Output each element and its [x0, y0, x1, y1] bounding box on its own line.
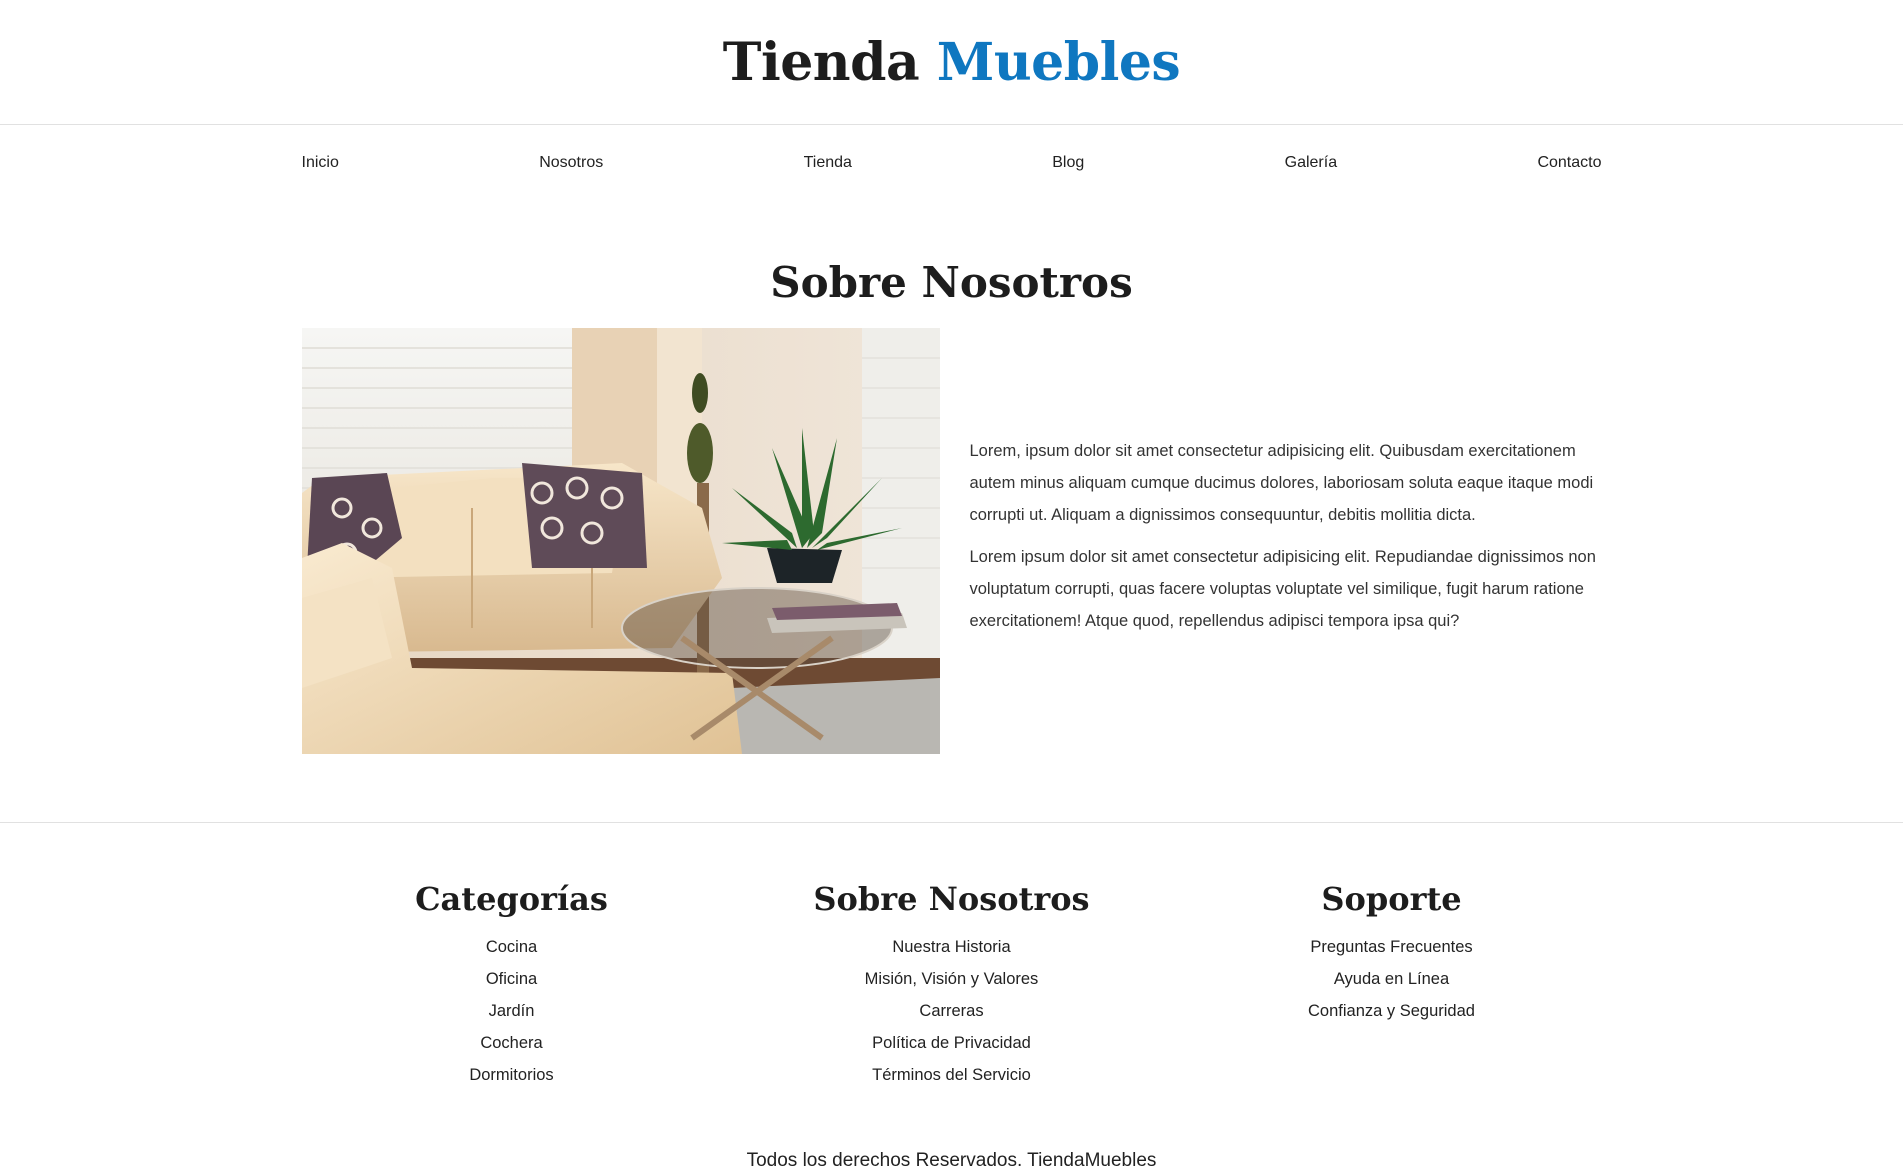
footer-link-jardin[interactable]: Jardín [292, 995, 732, 1027]
footer-column-title: Sobre Nosotros [813, 880, 1090, 918]
footer-link-cochera[interactable]: Cochera [292, 1027, 732, 1059]
nav-link-inicio[interactable]: Inicio [302, 154, 339, 172]
nav-link-contacto[interactable]: Contacto [1537, 154, 1601, 172]
about-title: Sobre Nosotros [770, 258, 1133, 307]
footer-link-preguntas-frecuentes[interactable]: Preguntas Frecuentes [1172, 931, 1612, 963]
footer-link-confianza-seguridad[interactable]: Confianza y Seguridad [1172, 995, 1612, 1027]
nav-link-nosotros[interactable]: Nosotros [539, 154, 603, 172]
main-content: Sobre Nosotros Lorem, ipsum dolor sit am… [0, 262, 1903, 754]
about-paragraph-2: Lorem ipsum dolor sit amet consectetur a… [969, 548, 1596, 630]
about-text: Lorem, ipsum dolor sit amet consectetur … [970, 435, 1602, 647]
footer-column-title: Categorías [415, 880, 608, 918]
site-header: Tienda Muebles [0, 0, 1903, 125]
living-room-photo [301, 328, 940, 754]
nav-link-galeria[interactable]: Galería [1285, 154, 1337, 172]
site-logo[interactable]: Tienda Muebles [722, 31, 1181, 93]
site-footer: Categorías Cocina Oficina Jardín Cochera… [0, 823, 1903, 1171]
footer-link-politica-privacidad[interactable]: Política de Privacidad [732, 1027, 1172, 1059]
copyright-text: Todos los derechos Reservados. TiendaMue… [746, 1150, 1157, 1171]
footer-link-carreras[interactable]: Carreras [732, 995, 1172, 1027]
logo-text-tienda: Tienda [722, 31, 920, 93]
living-room-illustration [301, 328, 940, 754]
footer-column-categorias: Categorías Cocina Oficina Jardín Cochera… [292, 879, 732, 1091]
footer-link-mision-vision-valores[interactable]: Misión, Visión y Valores [732, 963, 1172, 995]
main-navigation: Inicio Nosotros Tienda Blog Galería Cont… [302, 125, 1602, 200]
footer-link-dormitorios[interactable]: Dormitorios [292, 1059, 732, 1091]
footer-column-sobre-nosotros: Sobre Nosotros Nuestra Historia Misión, … [732, 879, 1172, 1091]
about-section: Lorem, ipsum dolor sit amet consectetur … [301, 328, 1602, 754]
footer-column-title: Soporte [1321, 880, 1462, 918]
footer-columns: Categorías Cocina Oficina Jardín Cochera… [292, 879, 1612, 1091]
about-paragraph-1: Lorem, ipsum dolor sit amet consectetur … [969, 442, 1594, 524]
nav-link-tienda[interactable]: Tienda [804, 154, 852, 172]
logo-text-muebles: Muebles [936, 31, 1181, 93]
nav-link-blog[interactable]: Blog [1052, 154, 1084, 172]
footer-column-soporte: Soporte Preguntas Frecuentes Ayuda en Lí… [1172, 879, 1612, 1091]
footer-link-cocina[interactable]: Cocina [292, 931, 732, 963]
footer-link-terminos-servicio[interactable]: Términos del Servicio [732, 1059, 1172, 1091]
footer-link-nuestra-historia[interactable]: Nuestra Historia [732, 931, 1172, 963]
footer-link-ayuda-en-linea[interactable]: Ayuda en Línea [1172, 963, 1612, 995]
footer-link-oficina[interactable]: Oficina [292, 963, 732, 995]
